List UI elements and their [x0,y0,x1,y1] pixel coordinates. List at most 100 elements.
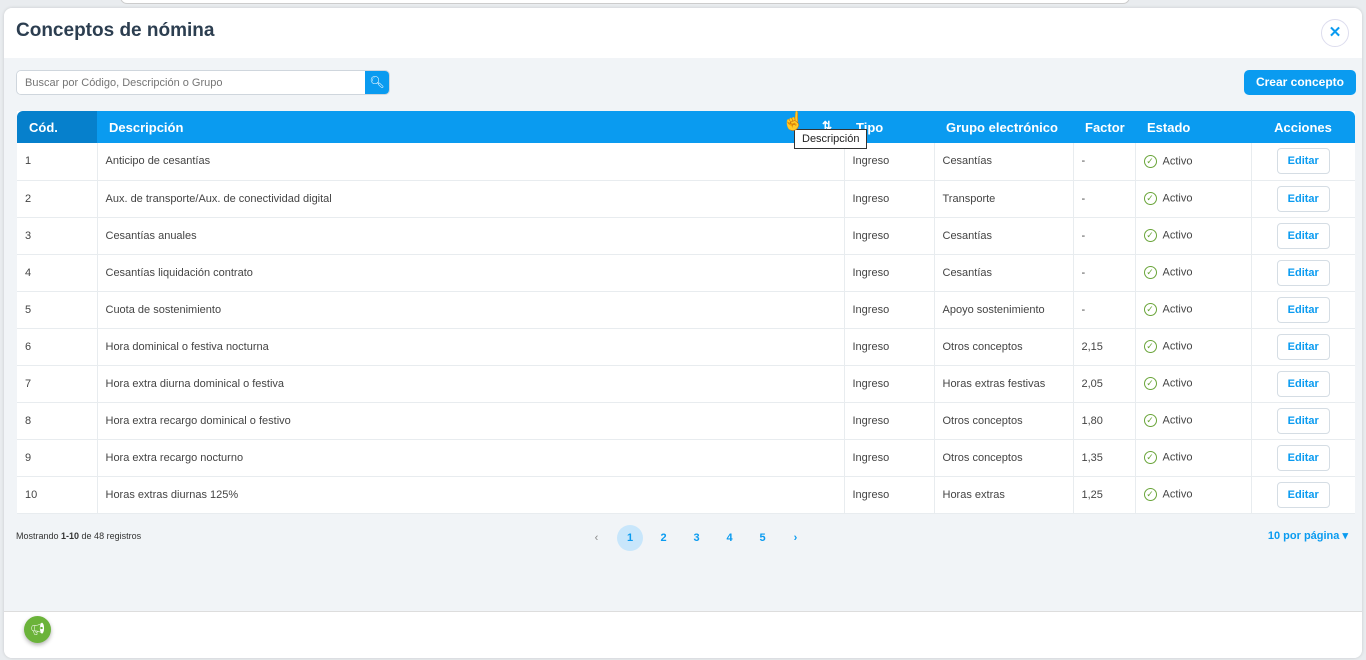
check-circle-icon: ✓ [1143,266,1157,279]
table-cell: Editar [1251,180,1355,218]
table-cell: 1,80 [1073,402,1136,440]
page-5-button[interactable]: 5 [746,525,779,551]
check-circle-icon: ✓ [1143,303,1157,316]
page-1-button[interactable]: 1 [617,525,643,551]
column-header[interactable]: Grupo electrónico [934,111,1073,143]
table-cell: 3 [17,217,98,255]
table-row: 10 Horas extras diurnas 125% Ingreso Horas … [17,476,1355,514]
create-concept-button[interactable]: Crear concepto [1243,70,1356,95]
table-cell: Cesantías [934,143,1074,181]
table-cell: ✓ Activo [1135,217,1252,255]
prev-page-button[interactable]: ‹ [580,525,613,551]
edit-button[interactable]: Editar [1276,481,1330,508]
table-cell: Hora extra diurna dominical o festiva [97,365,845,403]
per-page-select[interactable]: 10 por página ▾ [1268,529,1348,542]
status-badge: Activo [1162,155,1193,168]
table-cell: Cesantías [934,217,1074,255]
megaphone-icon: 📢︎ [29,622,46,636]
check-circle-icon: ✓ [1143,340,1157,353]
table-cell: 5 [17,291,98,329]
table-cell: Editar [1251,402,1355,440]
edit-button[interactable]: Editar [1276,185,1330,212]
check-circle-icon: ✓ [1143,414,1157,427]
table-row: 4 Cesantías liquidación contrato Ingreso Ce… [17,254,1355,292]
table-cell: 2 [17,180,98,218]
table-cell: Aux. de transporte/Aux. de conectividad … [97,180,845,218]
check-circle-icon: ✓ [1143,377,1157,390]
column-header[interactable]: Acciones [1251,111,1355,143]
table-cell: Transporte [934,180,1074,218]
edit-button[interactable]: Editar [1276,222,1330,249]
status-badge: Activo [1162,229,1193,242]
caret-down-icon: ▾ [1342,530,1348,542]
table-cell: Editar [1251,291,1355,329]
concepts-table: Cód. Descripción ⇅ Tipo Grupo electrónico Fac… [17,111,1355,514]
edit-button[interactable]: Editar [1276,407,1330,434]
table-cell: Hora dominical o festiva nocturna [97,328,845,366]
table-cell: ✓ Activo [1135,476,1252,514]
table-row: 6 Hora dominical o festiva nocturna Ingres… [17,328,1355,366]
table-cell: Editar [1251,328,1355,366]
announcement-button[interactable]: 📢︎ [24,616,51,643]
check-circle-icon: ✓ [1143,229,1157,242]
close-icon: ✕ [1328,24,1342,41]
table-cell: 2,05 [1073,365,1136,403]
table-row: 1 Anticipo de cesantías Ingreso Cesantías - ✓… [17,143,1355,181]
table-cell: - [1073,143,1136,181]
table-cell: Anticipo de cesantías [97,143,845,181]
pagination: ‹ 1 2 3 4 5 › [580,525,812,551]
column-header[interactable]: Cód. [17,111,97,143]
check-circle-icon: ✓ [1143,192,1157,205]
column-header[interactable]: Descripción ⇅ [97,111,844,143]
hand-cursor-icon: ☝ [782,111,805,131]
table-cell: ✓ Activo [1135,365,1252,403]
table-cell: Horas extras [934,476,1074,514]
table-cell: ✓ Activo [1135,291,1252,329]
check-circle-icon: ✓ [1143,488,1157,501]
page-3-button[interactable]: 3 [680,525,713,551]
table-cell: Editar [1251,439,1355,477]
page-2-button[interactable]: 2 [647,525,680,551]
table-cell: ✓ Activo [1135,180,1252,218]
edit-button[interactable]: Editar [1276,444,1330,471]
table-cell: Editar [1251,143,1355,181]
table-cell: Editar [1251,476,1355,514]
table-cell: Otros conceptos [934,402,1074,440]
table-cell: Cuota de sostenimiento [97,291,845,329]
table-cell: Apoyo sostenimiento [934,291,1074,329]
table-row: 8 Hora extra recargo dominical o festivo I… [17,402,1355,440]
table-cell: 8 [17,402,98,440]
table-cell: ✓ Activo [1135,254,1252,292]
edit-button[interactable]: Editar [1276,296,1330,323]
column-header[interactable]: Factor [1073,111,1135,143]
check-circle-icon: ✓ [1143,451,1157,464]
records-summary: Mostrando 1-10 de 48 registros [16,531,142,541]
column-header[interactable]: Estado [1135,111,1251,143]
close-button[interactable]: ✕ [1321,19,1349,47]
table-cell: Ingreso [844,291,935,329]
edit-button[interactable]: Editar [1276,333,1330,360]
table-cell: Editar [1251,217,1355,255]
page-4-button[interactable]: 4 [713,525,746,551]
table-cell: Ingreso [844,180,935,218]
table-cell: Horas extras diurnas 125% [97,476,845,514]
table-cell: Cesantías [934,254,1074,292]
table-row: 2 Aux. de transporte/Aux. de conectividad… [17,180,1355,218]
search-input[interactable] [17,71,365,94]
table-cell: 2,15 [1073,328,1136,366]
page-title: Conceptos de nómina [16,20,215,41]
table-cell: Otros conceptos [934,328,1074,366]
table-cell: Cesantías liquidación contrato [97,254,845,292]
status-badge: Activo [1162,451,1193,464]
table-cell: Ingreso [844,365,935,403]
status-badge: Activo [1162,192,1193,205]
status-badge: Activo [1162,340,1193,353]
edit-button[interactable]: Editar [1276,148,1330,175]
table-cell: - [1073,254,1136,292]
next-page-button[interactable]: › [779,525,812,551]
edit-button[interactable]: Editar [1276,259,1330,286]
search-button[interactable]: 🔍︎ [365,71,389,94]
table-cell: - [1073,291,1136,329]
edit-button[interactable]: Editar [1276,370,1330,397]
table-cell: ✓ Activo [1135,143,1252,181]
